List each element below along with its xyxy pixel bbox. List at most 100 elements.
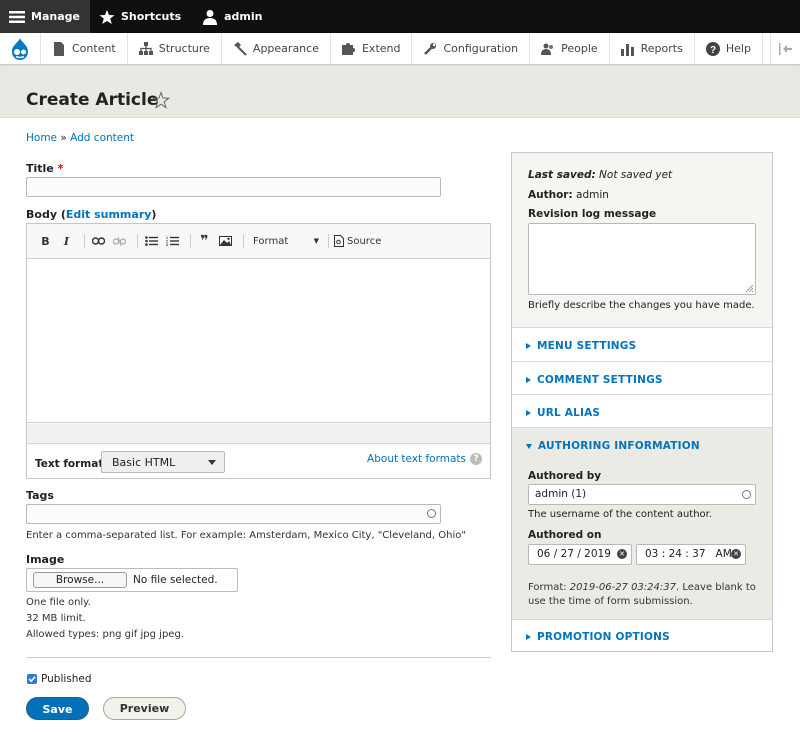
- comment-settings-section[interactable]: COMMENT SETTINGS: [512, 362, 772, 395]
- link-button[interactable]: [90, 233, 107, 250]
- image-desc-size: 32 MB limit.: [26, 613, 86, 624]
- authored-by-label: Authored by: [528, 470, 602, 482]
- authored-by-input[interactable]: admin (1): [528, 484, 756, 505]
- text-format-row: Text format Basic HTML About text format…: [27, 445, 490, 478]
- authoring-information-section: AUTHORING INFORMATION Authored by admin …: [512, 428, 772, 620]
- title-input[interactable]: [26, 177, 441, 197]
- breadcrumb-separator: »: [57, 132, 71, 144]
- menu-appearance[interactable]: Appearance: [220, 33, 330, 64]
- author-line: Author: admin: [528, 189, 609, 201]
- promotion-options-section[interactable]: PROMOTION OPTIONS: [512, 620, 772, 651]
- comment-settings-summary[interactable]: COMMENT SETTINGS: [526, 374, 663, 386]
- menu-configuration[interactable]: Configuration: [411, 33, 529, 64]
- revision-log-textarea[interactable]: [528, 223, 756, 295]
- body-editor: B I 123 ❞ Format ▼ Source Text format Ba…: [26, 223, 491, 479]
- help-icon: ?: [705, 41, 720, 56]
- save-button[interactable]: Save: [26, 697, 89, 720]
- browse-button[interactable]: Browse...: [33, 572, 127, 588]
- menu-content[interactable]: Content: [40, 33, 127, 64]
- menu-settings-summary[interactable]: MENU SETTINGS: [526, 340, 636, 352]
- shortcut-star-icon[interactable]: [151, 91, 171, 109]
- revision-log-description: Briefly describe the changes you have ma…: [528, 300, 755, 311]
- admin-toolbar: Manage Shortcuts admin: [0, 0, 800, 33]
- bold-button[interactable]: B: [37, 233, 54, 250]
- url-alias-section[interactable]: URL ALIAS: [512, 395, 772, 428]
- menu-content-label: Content: [72, 42, 116, 55]
- dropdown-arrow-icon: ▼: [313, 237, 319, 245]
- published-checkbox[interactable]: [27, 674, 37, 684]
- format-dropdown-label: Format: [253, 235, 289, 247]
- author-label: Author:: [528, 189, 573, 201]
- authored-on-label: Authored on: [528, 529, 602, 541]
- menu-reports-label: Reports: [640, 42, 683, 55]
- format-dropdown[interactable]: Format ▼: [249, 233, 323, 250]
- tags-input[interactable]: [26, 504, 441, 524]
- numbered-list-button[interactable]: 123: [164, 233, 181, 250]
- edit-summary-link[interactable]: Edit summary: [66, 208, 152, 221]
- last-saved-label: Last saved:: [528, 169, 596, 181]
- manage-button[interactable]: Manage: [0, 0, 90, 33]
- reports-icon: [620, 42, 635, 56]
- last-saved-value: Not saved yet: [595, 169, 673, 181]
- tags-description: Enter a comma-separated list. For exampl…: [26, 530, 466, 541]
- page-title: Create Article: [26, 90, 159, 110]
- menu-appearance-label: Appearance: [252, 42, 319, 55]
- shortcuts-label: Shortcuts: [120, 10, 182, 23]
- menu-people-label: People: [561, 42, 598, 55]
- menu-settings-section[interactable]: MENU SETTINGS: [512, 328, 772, 362]
- page-header: Create Article: [0, 66, 800, 118]
- drupal-logo-icon[interactable]: [0, 33, 40, 64]
- source-button[interactable]: Source: [334, 235, 381, 247]
- breadcrumb-home[interactable]: Home: [26, 132, 57, 144]
- blockquote-button[interactable]: ❞: [196, 233, 213, 250]
- authored-by-description: The username of the content author.: [528, 509, 713, 520]
- authoring-information-summary[interactable]: AUTHORING INFORMATION: [526, 440, 700, 452]
- image-button[interactable]: [217, 233, 234, 250]
- comment-settings-label: COMMENT SETTINGS: [537, 374, 663, 386]
- content-icon: [52, 41, 66, 56]
- authoring-information-label: AUTHORING INFORMATION: [538, 440, 700, 452]
- svg-text:?: ?: [710, 45, 716, 56]
- clear-time-icon[interactable]: ✕: [731, 549, 741, 559]
- no-file-text: No file selected.: [133, 574, 218, 586]
- resize-handle-icon[interactable]: [745, 284, 753, 292]
- menu-reports[interactable]: Reports: [608, 33, 694, 64]
- preview-button[interactable]: Preview: [103, 697, 186, 720]
- promotion-options-summary[interactable]: PROMOTION OPTIONS: [526, 631, 670, 643]
- autocomplete-icon: [427, 509, 436, 518]
- user-button[interactable]: admin: [193, 0, 274, 33]
- entity-meta-sidebar: Last saved: Not saved yet Author: admin …: [511, 152, 773, 652]
- entity-meta-header: Last saved: Not saved yet Author: admin …: [512, 153, 772, 328]
- menu-structure[interactable]: Structure: [126, 33, 221, 64]
- svg-text:3: 3: [166, 243, 168, 246]
- format-suffix: . Leave blank to: [676, 582, 756, 593]
- clear-date-icon[interactable]: ✕: [617, 549, 627, 559]
- text-format-select[interactable]: Basic HTML: [101, 451, 225, 473]
- shortcuts-button[interactable]: Shortcuts: [90, 0, 193, 33]
- text-format-value: Basic HTML: [112, 456, 176, 469]
- tray-orientation-toggle[interactable]: [770, 33, 800, 64]
- extend-icon: [341, 42, 356, 56]
- checkmark-icon: [28, 676, 36, 683]
- image-icon: [219, 236, 232, 246]
- menu-people[interactable]: People: [529, 33, 609, 64]
- menu-extend[interactable]: Extend: [329, 33, 412, 64]
- form-divider: [26, 657, 491, 658]
- about-text-formats-link[interactable]: About text formats ?: [367, 453, 482, 465]
- italic-button[interactable]: I: [58, 233, 75, 250]
- breadcrumb-add-content[interactable]: Add content: [70, 132, 134, 144]
- hamburger-icon: [8, 8, 26, 26]
- unlink-button[interactable]: [111, 233, 128, 250]
- expand-triangle-icon: [526, 634, 531, 640]
- select-arrow-icon: [208, 460, 216, 465]
- menu-help[interactable]: ? Help: [693, 33, 763, 64]
- image-file-input[interactable]: Browse... No file selected.: [26, 568, 238, 592]
- editor-content-area[interactable]: [27, 259, 490, 423]
- authored-on-time-input[interactable]: 03 : 24 : 37 AM ✕: [636, 544, 746, 565]
- configuration-icon: [423, 42, 437, 56]
- toolbar-separator: [137, 234, 138, 248]
- url-alias-summary[interactable]: URL ALIAS: [526, 407, 600, 419]
- link-icon: [92, 237, 105, 245]
- authored-on-date-input[interactable]: 06 / 27 / 2019 ✕: [528, 544, 632, 565]
- bulleted-list-button[interactable]: [143, 233, 160, 250]
